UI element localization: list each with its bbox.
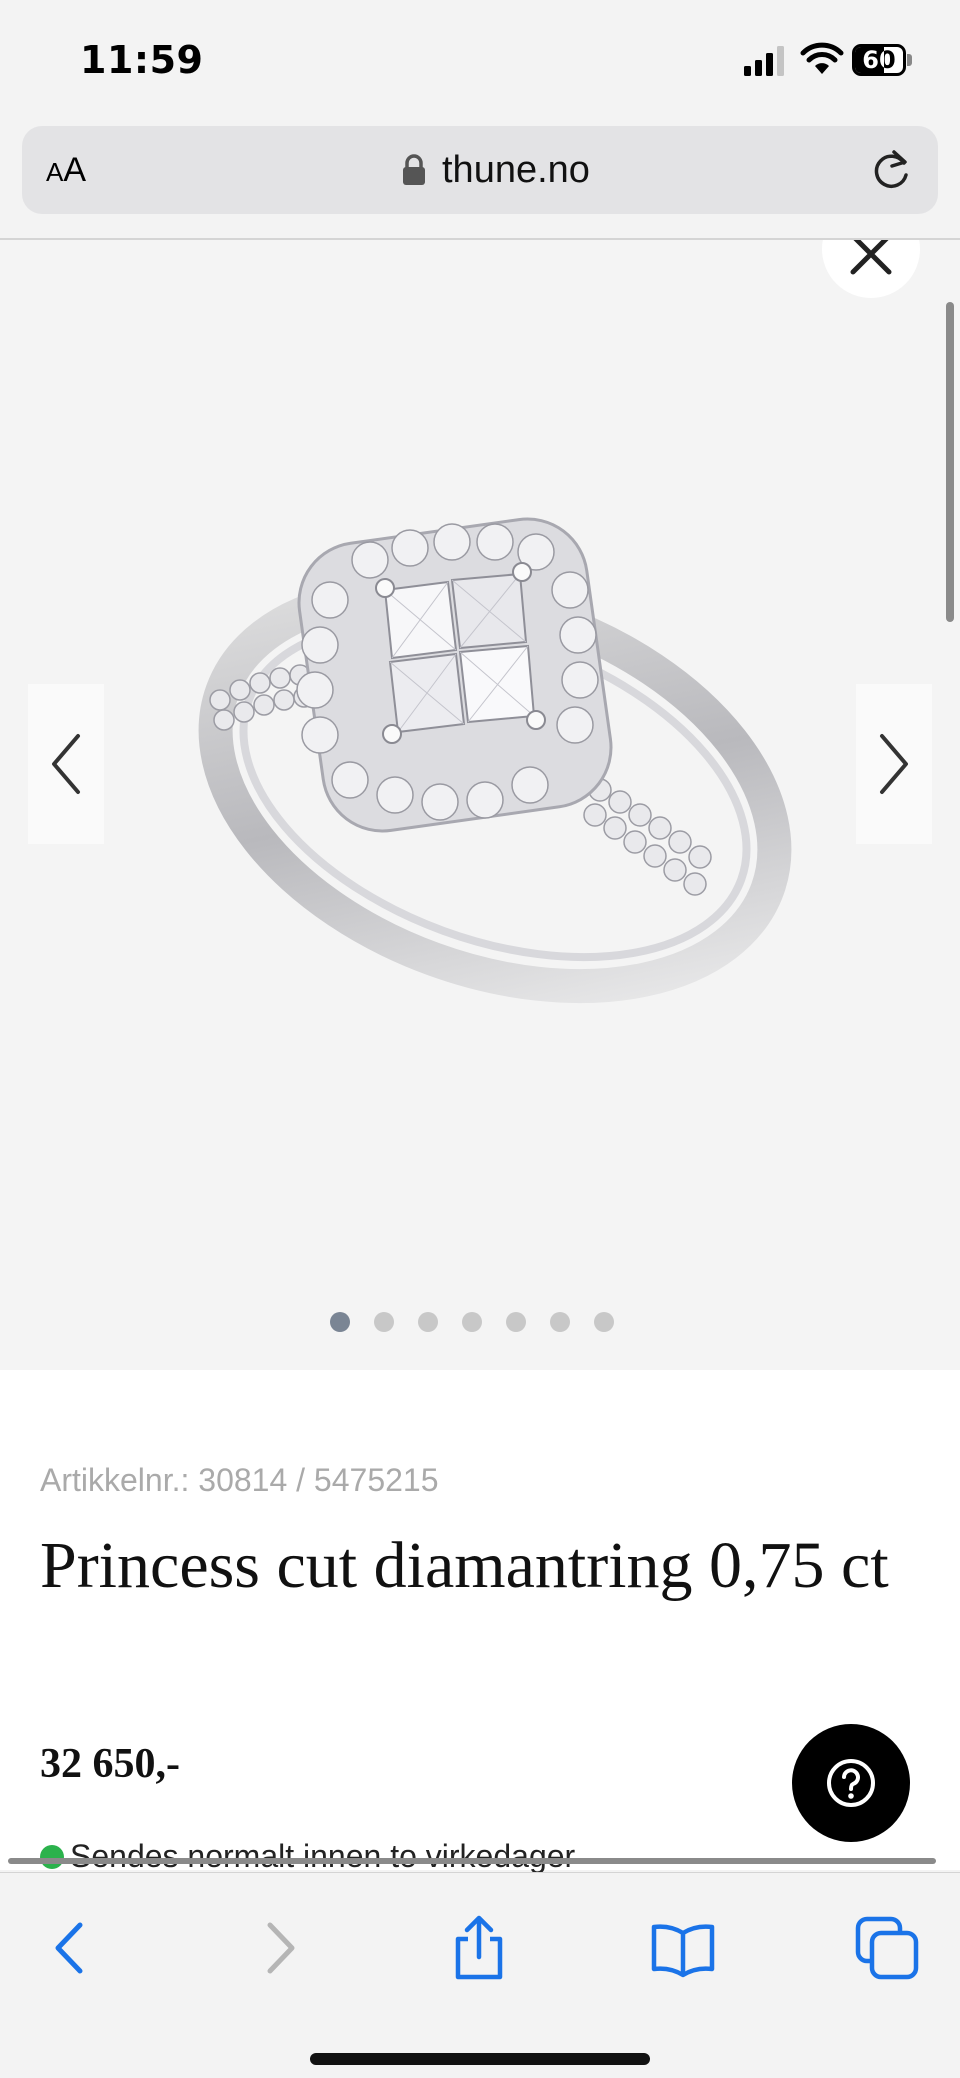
pagination-dot[interactable] xyxy=(594,1312,614,1332)
help-button[interactable] xyxy=(792,1724,910,1842)
shipping-info: Sendes normalt innen to virkedager xyxy=(40,1838,575,1875)
pagination-dot[interactable] xyxy=(506,1312,526,1332)
battery-level: 60 xyxy=(862,46,896,74)
cellular-signal-icon xyxy=(744,46,784,76)
pagination-dot[interactable] xyxy=(462,1312,482,1332)
screen: 11:59 60 AA thune.no Artikkelnr.: 30814 … xyxy=(0,0,960,2078)
address-bar[interactable]: AA thune.no xyxy=(22,126,938,214)
chevron-left-icon xyxy=(52,734,80,794)
pagination-dot[interactable] xyxy=(418,1312,438,1332)
home-indicator[interactable] xyxy=(310,2053,650,2065)
status-time: 11:59 xyxy=(80,38,204,82)
battery-icon: 60 xyxy=(852,44,912,76)
product-title: Princess cut diamantring 0,75 ct xyxy=(40,1529,889,1602)
product-gallery[interactable] xyxy=(0,240,960,1370)
wifi-icon xyxy=(800,42,844,74)
article-number: Artikkelnr.: 30814 / 5475215 xyxy=(40,1462,439,1498)
pagination-dot[interactable] xyxy=(374,1312,394,1332)
gallery-pagination xyxy=(330,1312,614,1336)
previous-image-button[interactable] xyxy=(28,684,104,844)
question-icon xyxy=(827,1759,875,1807)
lock-icon xyxy=(403,154,425,185)
status-bar: 11:59 60 xyxy=(0,0,960,120)
forward-icon[interactable] xyxy=(244,1913,314,1983)
pagination-dot[interactable] xyxy=(550,1312,570,1332)
chevron-right-icon xyxy=(880,734,908,794)
page-load-progress xyxy=(8,1858,936,1864)
text-size-button[interactable]: AA xyxy=(46,144,102,196)
scrollbar[interactable] xyxy=(946,302,954,622)
back-icon[interactable] xyxy=(36,1913,106,1983)
browser-toolbar xyxy=(0,1872,960,2078)
shipping-text: Sendes normalt innen to virkedager xyxy=(70,1838,576,1874)
pagination-dot[interactable] xyxy=(330,1312,350,1332)
product-price: 32 650,- xyxy=(40,1741,180,1787)
product-info: Artikkelnr.: 30814 / 5475215 Princess cu… xyxy=(0,1370,960,1874)
url-text[interactable]: thune.no xyxy=(442,146,590,194)
product-image[interactable] xyxy=(180,490,820,1010)
tabs-icon[interactable] xyxy=(852,1913,922,1983)
next-image-button[interactable] xyxy=(856,684,932,844)
stock-status-dot xyxy=(40,1844,64,1869)
reload-icon[interactable] xyxy=(868,148,914,194)
share-icon[interactable] xyxy=(444,1913,514,1983)
close-icon xyxy=(850,240,892,275)
bookmarks-icon[interactable] xyxy=(648,1913,718,1983)
close-button[interactable] xyxy=(822,240,920,298)
